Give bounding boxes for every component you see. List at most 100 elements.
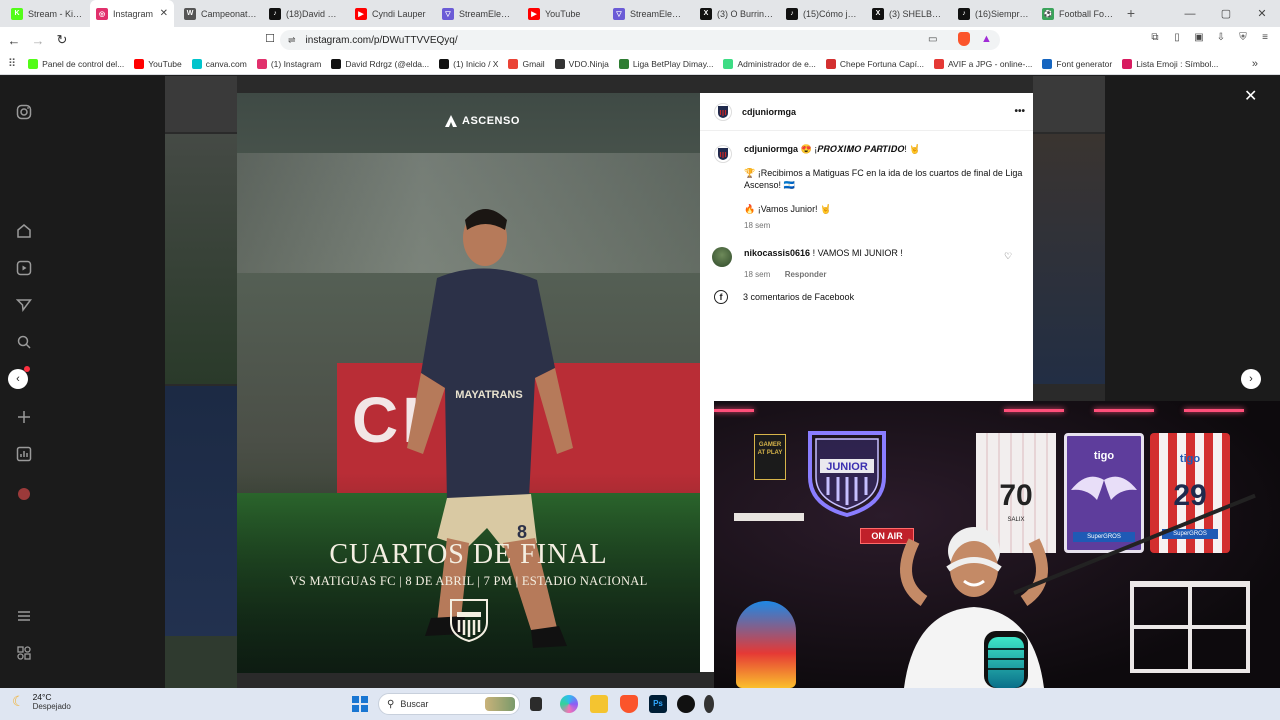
tab-7[interactable]: ▶ YouTube	[522, 0, 608, 27]
maximize-button[interactable]: ▢	[1208, 7, 1244, 20]
file-explorer-icon[interactable]	[590, 695, 608, 713]
bookmark-item[interactable]: YouTube	[134, 58, 182, 69]
sidebar-icon[interactable]: ▯	[1170, 30, 1184, 44]
bookmark-item[interactable]: VDO.Ninja	[554, 58, 609, 69]
brave-icon[interactable]	[620, 695, 638, 713]
apps-icon[interactable]: ⠿	[8, 57, 16, 70]
brave-shield-icon[interactable]	[958, 32, 970, 46]
minimize-button[interactable]: —	[1172, 8, 1208, 20]
search-icon[interactable]	[14, 332, 34, 352]
search-icon: ⚲	[387, 698, 395, 710]
tab-strip: K Stream - Kick Dashboard ◎ Instagram ✕ W Camp…	[0, 0, 1280, 27]
messages-icon[interactable]	[14, 295, 34, 315]
reload-icon[interactable]: ↻	[52, 32, 72, 48]
task-view-icon[interactable]	[530, 697, 542, 711]
obs-icon[interactable]	[677, 695, 695, 713]
cast-icon[interactable]: ▭	[928, 34, 937, 45]
header-username[interactable]: cdjuniormga	[742, 107, 796, 117]
tab-favicon-icon: ♪	[786, 7, 798, 20]
bookmark-favicon-icon	[934, 58, 945, 69]
windows-taskbar: ☾ 24°C Despejado ⚲ Buscar Ps	[0, 688, 1280, 720]
facebook-comments-row[interactable]: f 3 comentarios de Facebook	[714, 290, 854, 304]
caption-avatar[interactable]	[714, 145, 732, 163]
shirt-sponsor: MAYATRANS	[455, 389, 522, 401]
menu-icon[interactable]	[14, 606, 34, 626]
bookmark-item[interactable]: Chepe Fortuna Capí...	[825, 58, 924, 69]
bookmark-item[interactable]: Gmail	[508, 58, 545, 69]
bookmarks-overflow-button[interactable]: »	[1252, 58, 1258, 70]
back-icon[interactable]: ←	[4, 33, 24, 48]
tab-11[interactable]: X (3) SHELBY CO	[866, 0, 952, 27]
bookmark-item[interactable]: Panel de control del...	[28, 58, 124, 69]
bookmark-item[interactable]: David Rdrgz (@elda...	[331, 58, 429, 69]
caption-time: 18 sem	[744, 221, 771, 230]
more-options-icon[interactable]: •••	[1014, 106, 1025, 117]
tab-2[interactable]: ◎ Instagram ✕	[90, 0, 174, 27]
tab-8[interactable]: ▽ StreamElements	[607, 0, 693, 27]
previous-post-button[interactable]: ‹	[8, 369, 28, 389]
forward-icon[interactable]: →	[28, 33, 48, 48]
reply-button[interactable]: Responder	[785, 270, 827, 279]
brave-rewards-icon[interactable]: ▲	[981, 33, 992, 45]
tab-13[interactable]: ⚽ Football Forme	[1036, 0, 1122, 27]
bookmark-icon[interactable]: ☐	[260, 32, 280, 45]
close-tab-icon[interactable]: ✕	[160, 8, 168, 19]
create-icon[interactable]	[14, 407, 34, 427]
commenter-avatar[interactable]	[712, 247, 732, 267]
tab-4[interactable]: ♪ (18)David Rdrg	[263, 0, 349, 27]
url-field[interactable]: ⇌ instagram.com/p/DWuTTVVEQyq/	[280, 30, 1000, 50]
tab-6[interactable]: ▽ StreamElements	[436, 0, 522, 27]
bookmark-item[interactable]: AVIF a JPG - online-...	[934, 58, 1032, 69]
instagram-logo-icon[interactable]	[14, 102, 34, 122]
bookmark-item[interactable]: Liga BetPlay Dimay...	[618, 58, 714, 69]
account-avatar[interactable]	[714, 102, 732, 121]
like-comment-icon[interactable]: ♡	[1004, 251, 1012, 262]
profile-icon[interactable]	[14, 484, 34, 504]
caption-username[interactable]: cdjuniormga	[744, 144, 798, 154]
bookmark-item[interactable]: Lista Emoji : Símbol...	[1122, 58, 1218, 69]
downloads-icon[interactable]: ⇩	[1214, 30, 1228, 44]
new-tab-button[interactable]: +	[1120, 5, 1142, 21]
tab-label: (3) SHELBY CO	[889, 8, 946, 19]
meta-icon[interactable]	[14, 643, 34, 663]
home-icon[interactable]	[14, 221, 34, 241]
bookmark-item[interactable]: Administrador de e...	[723, 58, 816, 69]
bookmark-label: Font generator	[1056, 58, 1113, 69]
tab-10[interactable]: ♪ (15)Cómo jugar	[780, 0, 866, 27]
menu-icon[interactable]: ≡	[1258, 30, 1272, 44]
tab-favicon-icon: X	[700, 7, 712, 20]
bookmark-item[interactable]: canva.com	[191, 58, 247, 69]
commenter-username[interactable]: nikocassis0616	[744, 248, 810, 258]
tab-3[interactable]: W Campeonato de	[178, 0, 264, 27]
post-image[interactable]: CI MAYATRANS 8 ASCENSO CUARTOS DE FINAL …	[237, 93, 700, 673]
wallet-icon[interactable]: ▣	[1192, 30, 1206, 44]
tab-9[interactable]: X (3) O Burrinho	[694, 0, 780, 27]
weather-widget[interactable]: ☾ 24°C Despejado	[12, 692, 71, 711]
next-post-button[interactable]: ›	[1241, 369, 1261, 389]
tab-12[interactable]: ♪ (16)Siempre p	[952, 0, 1038, 27]
tab-1[interactable]: K Stream - Kick Dashboard	[5, 0, 91, 27]
windows-start-icon[interactable]	[352, 696, 368, 712]
panel-lower-strip	[700, 402, 714, 672]
shelving	[1130, 581, 1250, 673]
bookmark-label: canva.com	[205, 58, 247, 69]
bookmark-item[interactable]: Font generator	[1042, 58, 1113, 69]
site-info-icon[interactable]: ⇌	[288, 35, 296, 46]
close-window-button[interactable]: ✕	[1244, 7, 1280, 20]
vpn-icon[interactable]: ⛨	[1236, 30, 1250, 44]
tab-5[interactable]: ▶ Cyndi Lauper	[349, 0, 435, 27]
bookmark-label: Liga BetPlay Dimay...	[632, 58, 714, 69]
bookmark-favicon-icon	[191, 58, 202, 69]
extensions-icon[interactable]: ⧉	[1148, 30, 1162, 44]
weather-condition: Despejado	[32, 702, 71, 711]
reels-icon[interactable]	[14, 258, 34, 278]
copilot-icon[interactable]	[560, 695, 578, 713]
bookmark-item[interactable]: (1) Instagram	[256, 58, 321, 69]
app-icon[interactable]	[704, 695, 714, 713]
taskbar-search[interactable]: ⚲ Buscar	[378, 693, 520, 715]
close-post-icon[interactable]: ✕	[1244, 86, 1257, 106]
bookmark-item[interactable]: (1) Inicio / X	[439, 58, 498, 69]
photoshop-icon[interactable]: Ps	[649, 695, 667, 713]
dashboard-icon[interactable]	[14, 444, 34, 464]
caption-title: 😍 ¡𝑷𝑹𝑶́𝑿𝑰𝑴𝑶 𝑷𝑨𝑹𝑻𝑰𝑫𝑶! 🤘	[800, 144, 921, 154]
